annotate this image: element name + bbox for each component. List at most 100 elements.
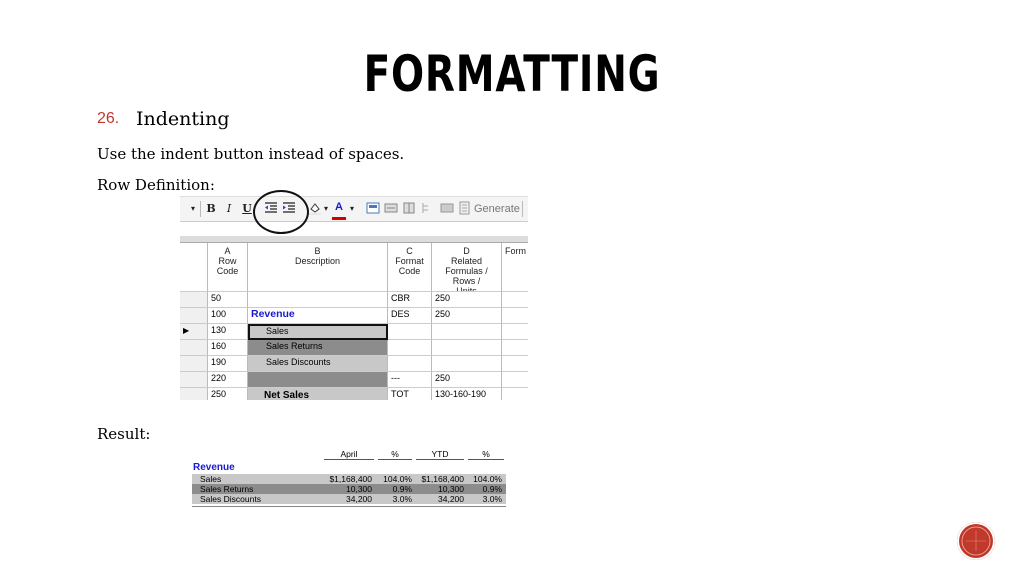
description-cell-selected[interactable]: Sales xyxy=(248,324,388,340)
format-code-cell[interactable]: --- xyxy=(388,372,432,388)
current-row-arrow-icon[interactable]: ▶ xyxy=(180,324,208,340)
description-cell[interactable]: Sales Returns xyxy=(248,340,388,356)
column-letter: D xyxy=(463,246,470,256)
instruction-text: Use the indent button instead of spaces. xyxy=(97,145,405,163)
extra-cell[interactable] xyxy=(502,292,528,308)
row-code-cell[interactable]: 100 xyxy=(208,308,248,324)
result-april: $1,168,400 xyxy=(329,474,372,484)
format-code-cell[interactable] xyxy=(388,324,432,340)
column-letter: C xyxy=(406,246,413,256)
dropdown-arrow-icon[interactable]: ▾ xyxy=(188,201,198,217)
formula-cell[interactable]: 130-160-190 xyxy=(432,388,502,400)
extra-cell[interactable] xyxy=(502,356,528,372)
result-label: Result: xyxy=(97,425,151,443)
row-code-cell[interactable]: 50 xyxy=(208,292,248,308)
double-underline xyxy=(192,506,506,507)
result-row-label: Sales xyxy=(200,474,222,484)
formula-cell[interactable]: 250 xyxy=(432,372,502,388)
result-ytd: 34,200 xyxy=(438,494,464,504)
row-selector[interactable] xyxy=(180,356,208,372)
column-header-c[interactable]: C Format Code xyxy=(388,243,432,292)
description-cell[interactable]: Net Sales xyxy=(248,388,388,400)
column-header-d[interactable]: D Related Formulas / Rows / Units xyxy=(432,243,502,292)
result-april: 34,200 xyxy=(346,494,372,504)
column-title: Format Code xyxy=(395,256,424,276)
column-header-b[interactable]: B Description xyxy=(248,243,388,292)
fill-color-icon[interactable] xyxy=(308,201,322,217)
formula-cell[interactable] xyxy=(432,324,502,340)
row-selector[interactable] xyxy=(180,388,208,400)
format-cells-icon[interactable] xyxy=(366,201,380,217)
column-header-a[interactable]: A Row Code xyxy=(208,243,248,292)
description-cell[interactable]: Sales Discounts xyxy=(248,356,388,372)
insert-row-icon[interactable] xyxy=(384,201,398,217)
column-title: Row Code xyxy=(216,256,239,276)
item-number: 26. xyxy=(97,110,120,127)
row-definition-grid: A Row Code B Description C Format Code D… xyxy=(180,236,528,400)
column-title: Form xyxy=(505,246,526,256)
extra-cell[interactable] xyxy=(502,372,528,388)
column-title: Related Formulas / Rows / Units xyxy=(445,256,488,292)
format-code-cell[interactable] xyxy=(388,340,432,356)
row-code-cell[interactable]: 250 xyxy=(208,388,248,400)
formula-cell[interactable]: 250 xyxy=(432,308,502,324)
result-pct: 104.0% xyxy=(383,474,412,484)
row-code-cell[interactable]: 130 xyxy=(208,324,248,340)
result-row-label: Sales Discounts xyxy=(200,494,261,504)
fill-color-dropdown-icon[interactable]: ▾ xyxy=(322,201,330,217)
formula-cell[interactable] xyxy=(432,340,502,356)
description-cell[interactable] xyxy=(248,372,388,388)
item-heading: Indenting xyxy=(136,108,230,130)
formula-cell[interactable] xyxy=(432,356,502,372)
italic-button[interactable]: I xyxy=(222,201,236,217)
column-header-e[interactable]: Form xyxy=(502,243,528,292)
row-selector-header xyxy=(180,243,208,292)
row-code-cell[interactable]: 220 xyxy=(208,372,248,388)
tree-icon[interactable] xyxy=(420,201,434,217)
result-report: April % YTD % Revenue Sales $1,168,400 1… xyxy=(192,448,508,510)
format-code-cell[interactable]: TOT xyxy=(388,388,432,400)
font-color-button[interactable]: A xyxy=(332,201,346,220)
grid-top-bar xyxy=(180,236,528,243)
row-selector[interactable] xyxy=(180,308,208,324)
formula-cell[interactable]: 250 xyxy=(432,292,502,308)
column-header-ytd: YTD xyxy=(416,449,464,460)
result-ytd-pct: 104.0% xyxy=(473,474,502,484)
column-letter: B xyxy=(314,246,321,256)
column-letter: A xyxy=(224,246,231,256)
format-code-cell[interactable] xyxy=(388,356,432,372)
font-color-dropdown-icon[interactable]: ▾ xyxy=(348,201,356,217)
extra-cell[interactable] xyxy=(502,308,528,324)
column-title: Description xyxy=(294,256,341,266)
result-april: 10,300 xyxy=(346,484,372,494)
underline-button[interactable]: U xyxy=(240,201,254,217)
description-cell[interactable]: Revenue xyxy=(248,308,388,324)
row-code-cell[interactable]: 160 xyxy=(208,340,248,356)
toolbar-divider xyxy=(522,201,523,217)
format-code-cell[interactable]: CBR xyxy=(388,292,432,308)
column-header-pct: % xyxy=(378,449,412,460)
brand-logo-icon xyxy=(957,522,995,560)
format-code-cell[interactable]: DES xyxy=(388,308,432,324)
result-pct: 3.0% xyxy=(392,494,412,504)
row-selector[interactable] xyxy=(180,372,208,388)
description-cell[interactable] xyxy=(248,292,388,308)
row-selector[interactable] xyxy=(180,340,208,356)
result-ytd-pct: 0.9% xyxy=(482,484,502,494)
row-selector[interactable] xyxy=(180,292,208,308)
report-icon[interactable] xyxy=(440,201,454,217)
row-code-cell[interactable]: 190 xyxy=(208,356,248,372)
bold-button[interactable]: B xyxy=(204,201,218,217)
column-header-april: April xyxy=(324,449,374,460)
toolbar-divider xyxy=(200,201,201,217)
result-ytd-pct: 3.0% xyxy=(482,494,502,504)
extra-cell[interactable] xyxy=(502,340,528,356)
result-row-label: Sales Returns xyxy=(200,484,254,494)
insert-column-icon[interactable] xyxy=(402,201,416,217)
slide-title: Formatting xyxy=(363,45,661,103)
extra-cell[interactable] xyxy=(502,324,528,340)
formatting-toolbar: ▾ B I U ▾ A ▾ Generate xyxy=(180,196,528,222)
generate-icon[interactable] xyxy=(458,201,472,217)
generate-button[interactable]: Generate xyxy=(474,201,520,217)
extra-cell[interactable] xyxy=(502,388,528,400)
